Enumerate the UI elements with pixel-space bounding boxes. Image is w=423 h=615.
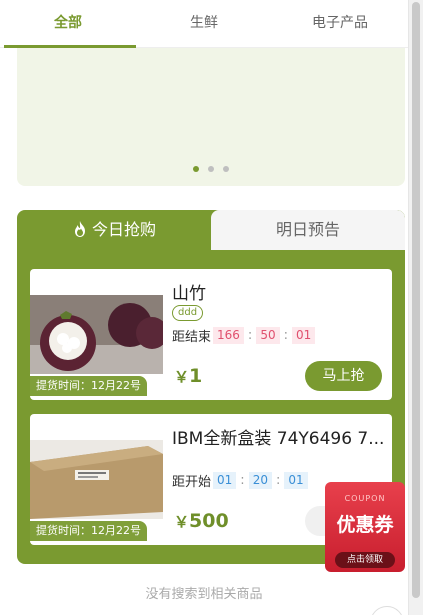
countdown-separator: : <box>283 328 288 343</box>
pickup-time-badge: 提货时间：12月22号 <box>30 376 147 396</box>
countdown-timer: 距结束 166 : 50 : 01 <box>172 326 317 345</box>
fire-icon <box>72 213 88 253</box>
currency-symbol: ￥ <box>174 368 190 386</box>
product-tag: ddd <box>172 305 204 321</box>
buy-now-button[interactable]: 马上抢 <box>305 361 382 391</box>
carousel-dot-1[interactable] <box>192 166 199 172</box>
empty-results-text: 没有搜索到相关商品 <box>145 587 263 602</box>
currency-symbol: ￥ <box>174 513 190 531</box>
countdown-timer: 距开始 01 : 20 : 01 <box>172 471 310 490</box>
page-scrollbar[interactable] <box>408 0 423 615</box>
countdown-minutes: 20 <box>248 472 272 489</box>
countdown-hours: 01 <box>213 472 237 489</box>
product-card[interactable]: 提货时间：12月22号 山竹 ddd 距结束 166 : 50 : 01 ￥1 … <box>30 269 392 400</box>
carousel-dot-2[interactable] <box>208 166 214 172</box>
carousel-dot-3[interactable] <box>223 166 230 172</box>
product-box-image <box>30 440 163 519</box>
countdown-hours: 166 <box>213 327 244 344</box>
countdown-label: 距结束 <box>172 330 212 345</box>
mangosteen-image <box>30 295 163 374</box>
countdown-separator: : <box>247 328 253 343</box>
scrollbar-thumb[interactable] <box>412 2 420 598</box>
countdown-seconds: 01 <box>291 327 316 344</box>
pickup-time-badge: 提货时间：12月22号 <box>30 521 147 541</box>
price-value: 1 <box>189 365 203 387</box>
category-tabs: 全部 生鲜 电子产品 <box>0 0 408 48</box>
claim-coupon-button[interactable]: 点击领取 <box>335 552 395 568</box>
countdown-minutes: 50 <box>256 327 280 344</box>
product-price: ￥1 <box>174 365 202 387</box>
tab-today-label: 今日抢购 <box>91 220 156 239</box>
tab-today-deals[interactable]: 今日抢购 <box>17 210 211 250</box>
coupon-header: COUPON <box>344 494 386 503</box>
countdown-separator: : <box>240 473 245 488</box>
coupon-title: 优惠券 <box>336 514 394 536</box>
coupon-float-button[interactable]: COUPON 优惠券 点击领取 <box>325 482 405 572</box>
tab-tomorrow-preview[interactable]: 明日预告 <box>211 210 405 250</box>
price-value: 500 <box>189 510 229 532</box>
product-price: ￥500 <box>174 510 229 532</box>
product-title: 山竹 <box>172 284 206 304</box>
countdown-label: 距开始 <box>172 475 212 490</box>
product-title: IBM全新盒装 74Y6496 7... <box>172 429 385 449</box>
tab-fresh[interactable]: 生鲜 <box>136 0 272 47</box>
tab-all[interactable]: 全部 <box>0 0 136 48</box>
flash-sale-tabs: 今日抢购 明日预告 <box>17 210 405 250</box>
carousel-dots <box>17 157 405 176</box>
banner-carousel[interactable] <box>17 48 405 186</box>
countdown-separator: : <box>275 473 281 488</box>
floating-action-button[interactable] <box>370 606 404 615</box>
countdown-seconds: 01 <box>284 472 308 489</box>
tab-electronics[interactable]: 电子产品 <box>272 0 408 47</box>
